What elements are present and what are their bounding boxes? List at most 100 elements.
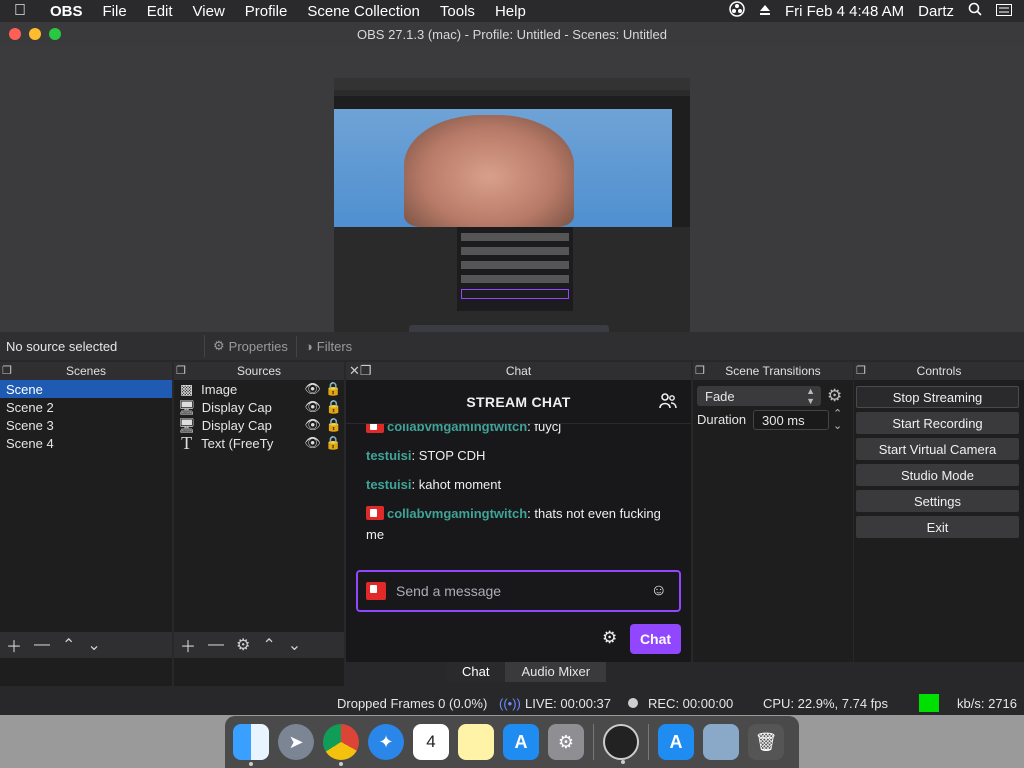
lock-icon[interactable]: 🔒 [323, 435, 344, 451]
downloads-folder-icon[interactable] [703, 724, 739, 760]
chat-username[interactable]: collabvmgamingtwitch [387, 506, 527, 521]
lock-icon[interactable]: 🔒 [323, 381, 344, 397]
filters-button[interactable]: ◑ Filters [295, 335, 360, 357]
duration-spinbox[interactable]: 300 ms [753, 410, 829, 430]
eye-icon[interactable]: 👁 [302, 399, 323, 415]
add-source-button[interactable]: ＋ [180, 633, 196, 657]
dock-tabs: Chat Audio Mixer [446, 662, 607, 682]
eye-icon[interactable]: 👁 [302, 435, 323, 451]
source-settings-gear-icon[interactable]: ⚙ [236, 635, 250, 655]
menubar-clock[interactable]: Fri Feb 4 4:48 AM [785, 3, 904, 20]
app-store-icon[interactable]: A [503, 724, 539, 760]
dock-separator [648, 724, 649, 760]
scene-transitions-dock: ❐ Scene Transitions Fade ▲ ▼ ⚙ Duration 3… [693, 362, 853, 662]
send-chat-button[interactable]: Chat [630, 624, 681, 654]
text-icon: T [181, 432, 193, 453]
remove-scene-button[interactable]: — [34, 636, 50, 654]
broadcaster-badge-icon[interactable] [366, 424, 384, 433]
transition-settings-gear-icon[interactable]: ⚙ [827, 386, 842, 406]
scene-item[interactable]: Scene 4 [0, 434, 172, 452]
undock-icon[interactable]: ❐ [176, 364, 186, 377]
stop-streaming-button[interactable]: Stop Streaming [856, 386, 1019, 408]
menu-edit[interactable]: Edit [137, 3, 183, 20]
studio-mode-button[interactable]: Studio Mode [856, 464, 1019, 486]
source-item[interactable]: 🖥 Display Cap 👁 🔒 [174, 416, 344, 434]
menu-file[interactable]: File [93, 3, 137, 20]
undock-icon[interactable]: ❐ [856, 364, 866, 377]
chat-messages[interactable]: collabvmgamingtwitch: fuycj testuisi: ST… [346, 424, 691, 570]
settings-button[interactable]: Settings [856, 490, 1019, 512]
apple-icon[interactable]:  [0, 2, 40, 20]
duration-stepper-icon[interactable]: ⌃ ⌄ [833, 408, 842, 432]
preview-area[interactable] [0, 46, 1024, 354]
menu-app-obs[interactable]: OBS [40, 3, 93, 20]
scene-item[interactable]: Scene 3 [0, 416, 172, 434]
start-recording-button[interactable]: Start Recording [856, 412, 1019, 434]
eye-icon[interactable]: 👁 [302, 417, 323, 433]
community-users-icon[interactable] [659, 393, 677, 414]
chat-dock-header: ✕❐ Chat [346, 362, 691, 380]
menu-view[interactable]: View [183, 3, 235, 20]
close-dock-icon[interactable]: ✕❐ [349, 363, 372, 379]
move-up-icon[interactable]: ⌃ [262, 635, 275, 655]
tab-audio-mixer[interactable]: Audio Mixer [505, 662, 607, 682]
chat-username[interactable]: collabvmgamingtwitch [387, 424, 527, 434]
chat-settings-gear-icon[interactable]: ⚙ [602, 628, 617, 648]
preview-nested-chat [457, 227, 573, 311]
scene-item[interactable]: Scene [0, 380, 172, 398]
calendar-icon[interactable]: 4 [413, 724, 449, 760]
chat-message[interactable]: collabvmgamingtwitch: thats not even fuc… [346, 499, 691, 549]
chat-input[interactable]: Send a message ☺ [356, 570, 681, 612]
move-down-icon[interactable]: ⌄ [288, 635, 301, 655]
notes-icon[interactable] [458, 724, 494, 760]
chat-username[interactable]: testuisi [366, 448, 412, 463]
obs-status-icon[interactable] [729, 1, 745, 21]
menubar-user[interactable]: Dartz [918, 3, 954, 20]
app-store-icon[interactable]: A [658, 724, 694, 760]
chat-dock: ✕❐ Chat STREAM CHAT collabvmgamingtwitch… [346, 362, 691, 662]
safari-icon[interactable]: ✦ [368, 724, 404, 760]
eye-icon[interactable]: 👁 [302, 381, 323, 397]
start-virtual-camera-button[interactable]: Start Virtual Camera [856, 438, 1019, 460]
remove-source-button[interactable]: — [208, 636, 224, 654]
menu-profile[interactable]: Profile [235, 3, 298, 20]
broadcaster-badge-icon[interactable] [366, 506, 384, 520]
menu-tools[interactable]: Tools [430, 3, 485, 20]
scenes-title: Scenes [65, 364, 107, 378]
window-titlebar[interactable]: OBS 27.1.3 (mac) - Profile: Untitled - S… [0, 22, 1024, 46]
source-item[interactable]: T Text (FreeTy 👁 🔒 [174, 432, 344, 453]
exit-button[interactable]: Exit [856, 516, 1019, 538]
add-scene-button[interactable]: ＋ [6, 633, 22, 657]
properties-button[interactable]: ⚙ Properties [204, 335, 296, 357]
undock-icon[interactable]: ❐ [695, 364, 705, 377]
system-preferences-icon[interactable]: ⚙ [548, 724, 584, 760]
move-up-icon[interactable]: ⌃ [62, 635, 75, 655]
chat-message[interactable]: testuisi: STOP CDH [346, 441, 691, 470]
live-timer: LIVE: 00:00:37 [525, 695, 612, 711]
move-down-icon[interactable]: ⌄ [87, 635, 100, 655]
menu-help[interactable]: Help [485, 3, 536, 20]
obs-icon[interactable] [603, 724, 639, 764]
lock-icon[interactable]: 🔒 [323, 417, 344, 433]
control-center-icon[interactable] [996, 3, 1012, 20]
source-item[interactable]: 🖥 Display Cap 👁 🔒 [174, 398, 344, 416]
finder-icon[interactable] [233, 724, 269, 766]
preview-canvas[interactable] [334, 78, 690, 346]
source-item[interactable]: ▩ Image 👁 🔒 [174, 380, 344, 398]
tab-chat[interactable]: Chat [446, 662, 506, 682]
trash-icon[interactable]: 🗑 [748, 724, 784, 760]
eject-icon[interactable] [759, 3, 771, 20]
chat-message[interactable]: collabvmgamingtwitch: fuycj [346, 424, 691, 441]
emote-picker-icon[interactable]: ☺ [651, 582, 667, 600]
chrome-icon[interactable] [323, 724, 359, 766]
scene-item[interactable]: Scene 2 [0, 398, 172, 416]
chat-message[interactable]: testuisi: kahot moment [346, 470, 691, 499]
spotlight-search-icon[interactable] [968, 2, 982, 20]
chat-username[interactable]: testuisi [366, 477, 412, 492]
undock-icon[interactable]: ❐ [2, 364, 12, 377]
lock-icon[interactable]: 🔒 [323, 399, 344, 415]
launchpad-icon[interactable]: ➤ [278, 724, 314, 760]
transition-select[interactable]: Fade ▲ ▼ [697, 386, 821, 406]
menu-scene-collection[interactable]: Scene Collection [297, 3, 430, 20]
chat-input-placeholder: Send a message [396, 583, 502, 599]
